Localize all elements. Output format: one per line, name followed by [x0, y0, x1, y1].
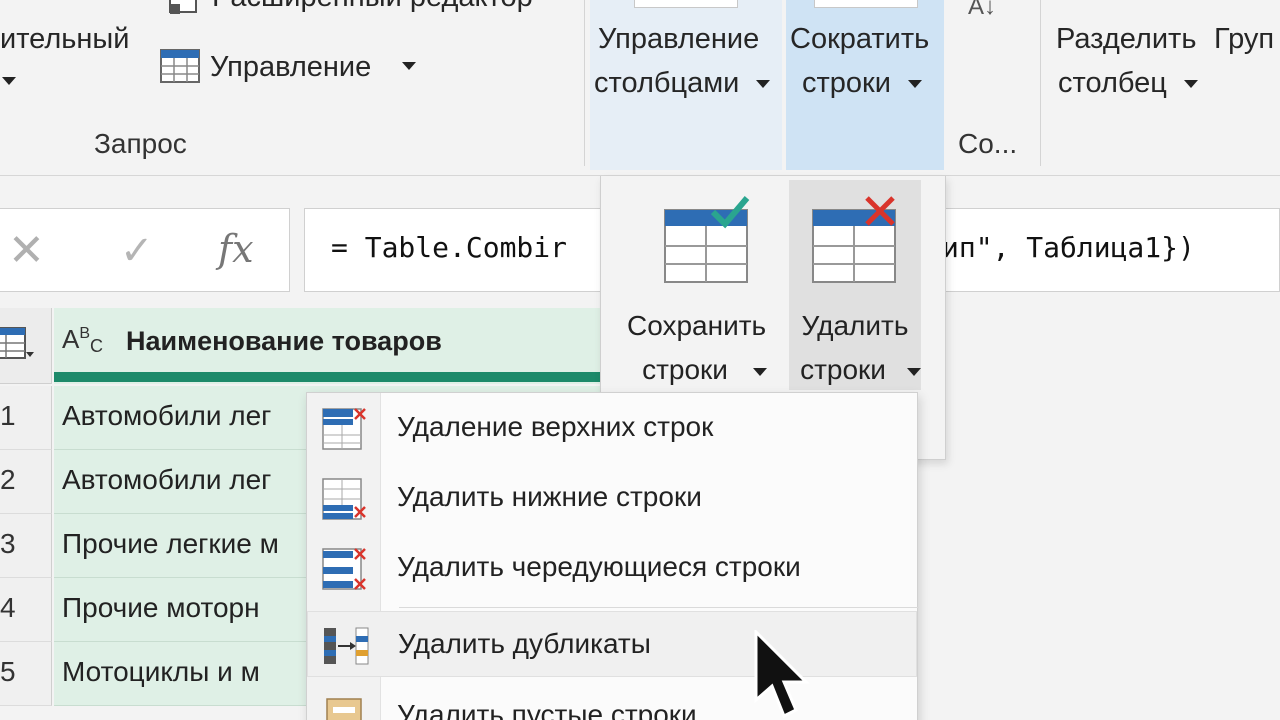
keep-rows-icon	[661, 196, 751, 291]
partial-left-label[interactable]: ительный	[0, 16, 129, 62]
manage-columns-line2: столбцами	[594, 67, 740, 99]
ribbon-separator-2	[1040, 0, 1041, 166]
keep-rows-button[interactable]: Сохранить строки	[627, 180, 767, 390]
remove-rows-button[interactable]: Удалить строки	[789, 180, 921, 390]
check-icon[interactable]: ✓	[120, 229, 154, 273]
remove-rows-caret	[907, 368, 921, 376]
menu-item-remove-alternate-rows[interactable]: Удалить чередующиеся строки	[307, 535, 917, 601]
split-column-line2: столбец	[1058, 67, 1167, 99]
keep-rows-caret	[753, 368, 767, 376]
sort-icon[interactable]: A↓	[968, 0, 996, 30]
split-column-button[interactable]: Разделить столбец	[1050, 0, 1210, 170]
ribbon-separator	[584, 0, 585, 166]
menu-item-label: Удалить пустые строки	[397, 699, 697, 720]
column-quality-bar	[54, 372, 600, 382]
manage-button[interactable]: Управление	[156, 44, 426, 90]
row-number: 2	[0, 450, 52, 514]
text-type-icon[interactable]: ABC	[62, 324, 103, 357]
menu-item-remove-duplicates[interactable]: Удалить дубликаты	[307, 611, 917, 677]
formula-text-left: = Table.Combir	[331, 231, 568, 264]
advanced-editor-label: Расширенный редактор	[212, 0, 533, 20]
reduce-rows-line1: Сократить	[790, 23, 930, 55]
manage-label: Управление	[210, 51, 372, 83]
table-menu-button[interactable]	[0, 308, 52, 384]
fx-icon[interactable]: fx	[218, 227, 254, 271]
menu-item-label: Удалить нижние строки	[397, 481, 702, 512]
column-header-title: Наименование товаров	[126, 326, 442, 356]
keep-rows-line2: строки	[642, 354, 728, 385]
reduce-rows-button[interactable]: Сократить строки	[786, 0, 944, 170]
menu-item-remove-blank-rows[interactable]: Удалить пустые строки	[307, 683, 917, 720]
keep-rows-line1: Сохранить	[627, 310, 767, 341]
sort-group-label: Со...	[958, 128, 1018, 159]
menu-item-label: Удалить дубликаты	[398, 628, 651, 659]
remove-rows-line2: строки	[800, 354, 886, 385]
menu-item-label: Удаление верхних строк	[397, 411, 714, 442]
query-group-label: Запрос	[94, 128, 187, 159]
row-number: 4	[0, 578, 52, 642]
reduce-rows-line2: строки	[802, 67, 891, 99]
remove-blank-rows-icon	[321, 693, 369, 720]
menu-separator	[399, 607, 919, 608]
row-number: 3	[0, 514, 52, 578]
ribbon: Расширенный редактор ительный Управление…	[0, 0, 1280, 176]
remove-bottom-rows-icon	[321, 475, 369, 523]
split-column-caret	[1184, 80, 1198, 88]
row-number: 5	[0, 642, 52, 706]
menu-item-label: Удалить чередующиеся строки	[397, 551, 801, 582]
manage-columns-button[interactable]: Управление столбцами	[590, 0, 782, 170]
manage-columns-caret	[756, 80, 770, 88]
partial-left-caret[interactable]	[0, 72, 16, 90]
split-column-line1: Разделить	[1056, 23, 1197, 55]
formula-text-right: ип", Таблица1})	[942, 231, 1195, 264]
remove-alternate-rows-icon	[321, 545, 369, 593]
mouse-cursor-icon	[752, 628, 812, 720]
manage-caret	[402, 62, 416, 70]
group-by-partial-label[interactable]: Груп	[1214, 16, 1274, 62]
advanced-editor-icon	[168, 0, 202, 16]
reduce-rows-caret	[908, 80, 922, 88]
row-number: 1	[0, 386, 52, 450]
remove-top-rows-icon	[321, 405, 369, 453]
table-menu-icon	[0, 326, 34, 367]
menu-item-remove-bottom-rows[interactable]: Удалить нижние строки	[307, 465, 917, 531]
reduce-rows-icon-stub	[814, 0, 918, 8]
manage-columns-line1: Управление	[598, 23, 760, 55]
remove-rows-icon	[809, 196, 899, 291]
formula-bar-buttons: ✕ ✓ fx	[0, 208, 290, 292]
remove-duplicates-icon	[322, 622, 370, 670]
advanced-editor-button[interactable]: Расширенный редактор	[160, 0, 580, 24]
remove-rows-menu: Удаление верхних строк Удалить нижние ст…	[306, 392, 919, 720]
remove-rows-line1: Удалить	[801, 310, 909, 341]
x-icon[interactable]: ✕	[8, 229, 45, 273]
table-icon	[160, 48, 200, 84]
menu-item-remove-top-rows[interactable]: Удаление верхних строк	[307, 395, 917, 461]
manage-columns-icon-stub	[634, 0, 738, 8]
